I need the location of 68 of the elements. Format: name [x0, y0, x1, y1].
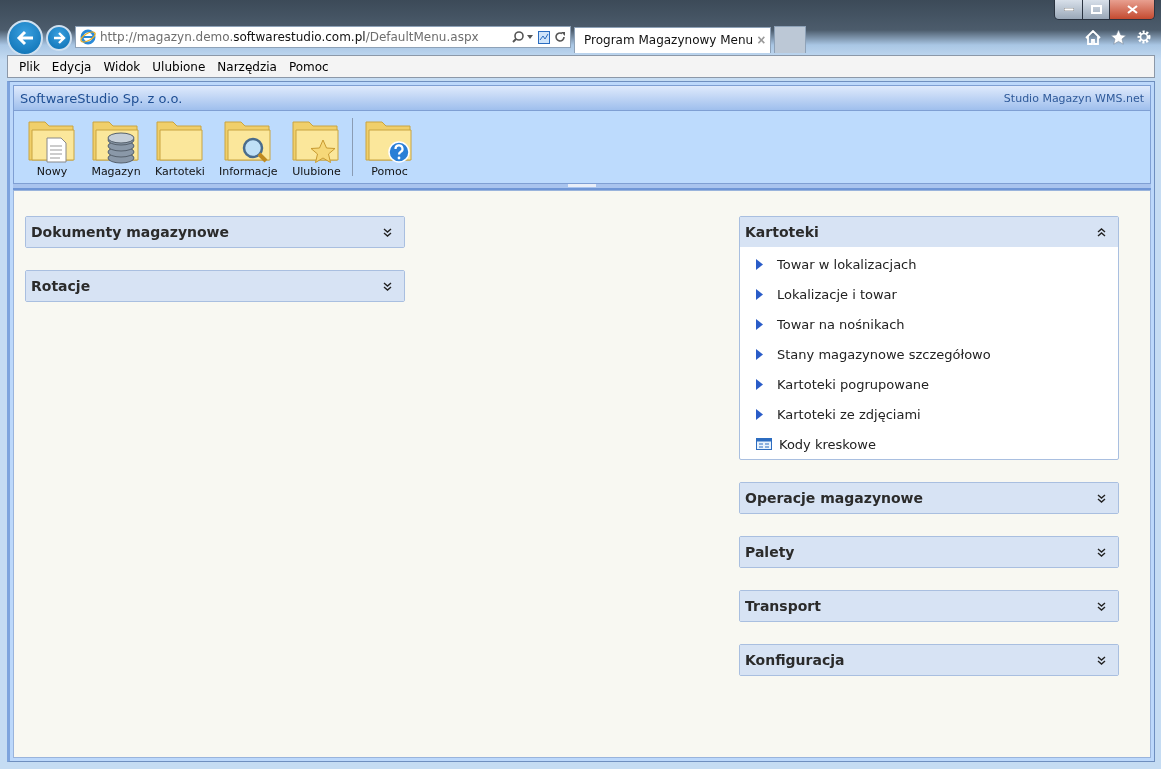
- chevron-down-icon: [383, 227, 392, 237]
- triangle-right-icon: [756, 318, 763, 330]
- search-icon[interactable]: [512, 31, 534, 43]
- url-text: http://magazyn.demo.softwarestudio.com.pl/DefaultMenu.aspx: [100, 30, 480, 44]
- browser-logo-icon: [80, 29, 96, 45]
- panel-title: Operacje magazynowe: [745, 490, 924, 506]
- menu-link[interactable]: Kody kreskowe: [740, 429, 1118, 459]
- panel-header[interactable]: Kartoteki: [740, 217, 1118, 247]
- home-icon: [1085, 29, 1101, 45]
- refresh-icon[interactable]: [554, 31, 566, 43]
- panel-header[interactable]: Rotacje: [26, 271, 404, 301]
- triangle-right-icon: [756, 258, 763, 270]
- toolbar-button[interactable]: Pomoc: [357, 114, 422, 180]
- panel-header[interactable]: Operacje magazynowe: [740, 483, 1118, 513]
- forward-button[interactable]: [46, 25, 72, 51]
- browser-tab[interactable]: Program Magazynowy Menu ×: [574, 26, 771, 53]
- settings-icon: [1136, 29, 1152, 45]
- menu-link[interactable]: Kartoteki pogrupowane: [740, 369, 1118, 399]
- panel-header[interactable]: Transport: [740, 591, 1118, 621]
- triangle-right-icon: [756, 288, 763, 300]
- toolbar-button[interactable]: Kartoteki: [148, 114, 212, 180]
- triangle-right-icon: [756, 348, 763, 360]
- toolbar-button[interactable]: Informacje: [212, 114, 285, 180]
- toolbar-button[interactable]: Ulubione: [284, 114, 349, 180]
- chevron-down-icon: [1097, 655, 1106, 665]
- maximize-icon: [1090, 5, 1102, 14]
- menu-link[interactable]: Towar na nośnikach: [740, 309, 1118, 339]
- menu-item[interactable]: Ulubione: [147, 59, 211, 74]
- panel-title: Rotacje: [31, 278, 91, 294]
- toolbar-button[interactable]: Nowy: [20, 114, 84, 180]
- menu-item[interactable]: Edycja: [46, 59, 97, 74]
- arrow-left-icon: [16, 30, 34, 46]
- tab-title: Program Magazynowy Menu: [584, 33, 754, 47]
- maximize-button[interactable]: [1082, 0, 1109, 19]
- product-name: Studio Magazyn WMS.net: [1003, 91, 1144, 105]
- arrow-right-icon: [52, 32, 66, 44]
- panel-header[interactable]: Konfiguracja: [740, 645, 1118, 675]
- address-bar[interactable]: http://magazyn.demo.softwarestudio.com.pl/DefaultMenu.aspx: [75, 26, 571, 48]
- chevron-down-icon: [383, 281, 392, 291]
- panel-title: Transport: [745, 598, 821, 614]
- chevron-up-icon: [1097, 227, 1106, 237]
- toolbar-button[interactable]: Magazyn: [84, 114, 148, 180]
- menu-item[interactable]: Plik: [14, 59, 45, 74]
- close-button[interactable]: [1109, 0, 1154, 19]
- back-button[interactable]: [7, 20, 43, 56]
- menu-item[interactable]: Narzędzia: [212, 59, 282, 74]
- triangle-right-icon: [756, 378, 763, 390]
- menu-link[interactable]: Lokalizacje i towar: [740, 279, 1118, 309]
- menu-link[interactable]: Kartoteki ze zdjęciami: [740, 399, 1118, 429]
- menu-item[interactable]: Pomoc: [283, 59, 334, 74]
- triangle-right-icon: [756, 408, 763, 420]
- panel-header[interactable]: Dokumenty magazynowe: [26, 217, 404, 247]
- star-icon: [1110, 29, 1127, 45]
- window-grid-icon: [756, 438, 772, 450]
- close-icon: [1126, 5, 1138, 14]
- panel-title: Konfiguracja: [745, 652, 845, 668]
- chevron-down-icon: [1097, 547, 1106, 557]
- chevron-down-icon: [1097, 601, 1106, 611]
- chevron-down-icon: [1097, 493, 1106, 503]
- minimize-icon: [1063, 8, 1074, 11]
- company-name: SoftwareStudio Sp. z o.o.: [20, 90, 183, 106]
- menu-item[interactable]: Widok: [98, 59, 146, 74]
- panel-title: Dokumenty magazynowe: [31, 224, 230, 240]
- panel-title: Palety: [745, 544, 795, 560]
- panel-header[interactable]: Palety: [740, 537, 1118, 567]
- panel-title: Kartoteki: [745, 224, 819, 240]
- menu-link[interactable]: Stany magazynowe szczegółowo: [740, 339, 1118, 369]
- menu-link[interactable]: Towar w lokalizacjach: [740, 249, 1118, 279]
